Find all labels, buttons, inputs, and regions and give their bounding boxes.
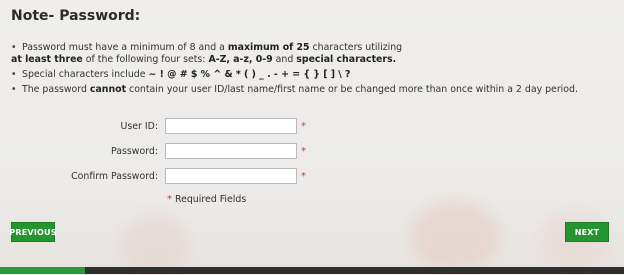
password-row: Password: *: [28, 143, 306, 159]
background-decoration: [120, 215, 190, 275]
user-id-label: User ID:: [120, 120, 159, 132]
rule-bold: maximum of 25: [227, 42, 310, 53]
bullet-icon: •: [11, 69, 17, 80]
rule-text: Password must have a minimum of 8 and a …: [11, 42, 611, 66]
background-decoration: [410, 200, 500, 270]
confirm-password-row: Confirm Password: *: [28, 168, 306, 184]
rule-restrictions: • The password cannot contain your user …: [11, 84, 611, 96]
footer-bar: [0, 267, 624, 274]
page-title: Note- Password:: [11, 8, 141, 24]
password-label: Password:: [111, 145, 158, 157]
next-button[interactable]: NEXT: [565, 222, 609, 242]
bullet-icon: •: [11, 84, 17, 95]
user-id-input[interactable]: [165, 118, 297, 134]
confirm-password-label: Confirm Password:: [71, 170, 158, 182]
required-marker: *: [301, 120, 306, 132]
user-id-row: User ID: *: [28, 118, 306, 134]
rule-bold: special characters.: [296, 54, 397, 65]
required-marker: *: [301, 170, 306, 182]
rule-text-part: contain your user ID/last name/first nam…: [126, 84, 578, 95]
rule-bold: at least three: [11, 54, 83, 65]
required-fields-note: * Required Fields: [167, 194, 246, 205]
password-input[interactable]: [165, 143, 297, 159]
previous-button[interactable]: PREVIOUS: [9, 222, 56, 242]
rule-special-chars: • Special characters include ~ ! @ # $ %…: [11, 69, 611, 81]
rule-line-2: at least three of the following four set…: [11, 54, 611, 66]
rule-text-part: Special characters include: [22, 69, 149, 80]
confirm-password-input[interactable]: [165, 168, 297, 184]
rule-text-part: and: [272, 54, 297, 65]
password-rules: • Password must have a minimum of 8 and …: [11, 42, 611, 99]
rule-bold: cannot: [89, 84, 127, 95]
required-marker: *: [301, 145, 306, 157]
rule-text-part: Password must have a minimum of 8 and a: [22, 42, 228, 53]
required-marker: *: [167, 194, 172, 205]
rule-text: Special characters include ~ ! @ # $ % ^…: [22, 69, 611, 81]
rule-text-part: of the following four sets:: [82, 54, 209, 65]
rule-text: The password cannot contain your user ID…: [22, 84, 611, 96]
rule-bold: A-Z, a-z, 0-9: [208, 54, 273, 65]
rule-text-part: characters utilizing: [309, 42, 403, 53]
rule-text-part: The password: [22, 84, 90, 95]
rule-bold: ~ ! @ # $ % ^ & * ( ) _ . - + = { } [ ] …: [148, 69, 351, 80]
footer-accent: [0, 267, 85, 274]
required-fields-text: Required Fields: [175, 194, 247, 205]
rule-length: • Password must have a minimum of 8 and …: [11, 42, 611, 66]
